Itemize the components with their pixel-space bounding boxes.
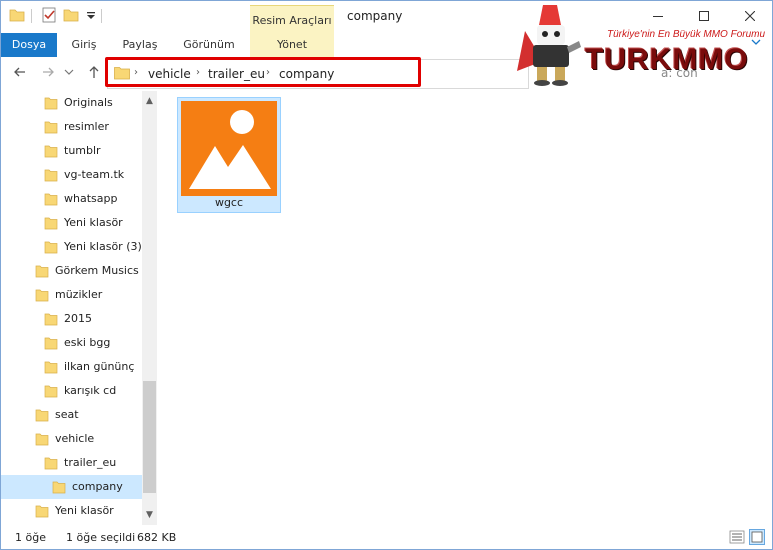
nav-tree-item[interactable]: ilkan gününç xyxy=(44,355,134,379)
customize-qa-icon[interactable] xyxy=(83,7,99,23)
status-bar: 1 öğe 1 öğe seçildi 682 KB xyxy=(1,526,772,549)
nav-tree-item[interactable]: Yeni klasör xyxy=(44,211,123,235)
file-list: wgcc xyxy=(161,91,772,525)
recent-locations-button[interactable] xyxy=(63,65,75,81)
navigation-pane: Originals resimler tumblr vg-team.tk whatsap… xyxy=(1,91,157,525)
banner-logo: TURKMMO xyxy=(585,43,749,76)
nav-tree-item[interactable]: vehicle xyxy=(35,427,94,451)
scroll-thumb[interactable] xyxy=(143,381,156,493)
nav-tree-item-label: Yeni klasör (3) xyxy=(64,240,142,253)
folder-icon xyxy=(44,337,58,350)
folder-icon xyxy=(35,409,49,422)
explorer-window: Resim Araçları company Dosya Giriş Payla… xyxy=(0,0,773,550)
nav-tree-item[interactable]: seat xyxy=(35,403,79,427)
nav-tree-item[interactable]: company xyxy=(1,475,142,499)
details-view-icon[interactable] xyxy=(729,529,745,545)
nav-tree-item[interactable]: trailer_eu xyxy=(44,451,116,475)
nav-tree-item-label: company xyxy=(72,480,123,493)
properties-icon[interactable] xyxy=(41,7,57,23)
annotation-highlight-box xyxy=(105,57,421,87)
forward-button[interactable] xyxy=(39,65,57,81)
nav-tree-item[interactable]: Originals xyxy=(44,91,113,115)
nav-tree-item-label: Görkem Musics xyxy=(55,264,139,277)
folder-icon xyxy=(35,433,49,446)
folder-icon xyxy=(35,289,49,302)
turkmmo-banner: Türkiye'nin En Büyük MMO Forumu TURKMMO xyxy=(515,1,772,87)
nav-tree-item-label: eski bgg xyxy=(64,336,111,349)
scroll-down-button[interactable]: ▼ xyxy=(142,507,157,523)
scroll-up-button[interactable]: ▲ xyxy=(142,93,157,109)
chevron-down-icon xyxy=(64,69,74,75)
back-button[interactable] xyxy=(11,65,29,81)
nav-tree-item-label: trailer_eu xyxy=(64,456,117,469)
tab-paylas[interactable]: Paylaş xyxy=(113,33,167,57)
nav-tree-item-label: seat xyxy=(55,408,79,421)
folder-icon xyxy=(44,169,58,182)
file-item[interactable]: wgcc xyxy=(177,97,281,213)
nav-tree-item[interactable]: eski bgg xyxy=(44,331,110,355)
nav-tree-item-label: 2015 xyxy=(64,312,92,325)
folder-icon xyxy=(44,193,58,206)
nav-tree-item[interactable]: tumblr xyxy=(44,139,101,163)
nav-tree-item[interactable]: vg-team.tk xyxy=(44,163,124,187)
nav-tree-item-label: vehicle xyxy=(55,432,95,445)
folder-icon xyxy=(35,505,49,518)
selection-count: 1 öğe seçildi xyxy=(66,531,136,544)
contextual-tab-group-label: Resim Araçları xyxy=(252,14,332,27)
qa-separator xyxy=(31,9,32,23)
arrow-left-icon xyxy=(14,67,25,77)
nav-tree-item[interactable]: müzikler xyxy=(35,283,102,307)
folder-icon xyxy=(44,97,58,110)
nav-tree-item[interactable]: 2015 xyxy=(44,307,92,331)
nav-tree-item-label: Originals xyxy=(64,96,113,109)
tab-dosya[interactable]: Dosya xyxy=(1,33,57,57)
folder-icon xyxy=(44,361,58,374)
tab-giris[interactable]: Giriş xyxy=(61,33,107,57)
nav-tree-item[interactable]: Görkem Musics xyxy=(35,259,139,283)
up-button[interactable] xyxy=(85,65,103,81)
folder-icon xyxy=(44,457,58,470)
nav-tree-item[interactable]: karışık cd xyxy=(44,379,116,403)
nav-tree-item-label: tumblr xyxy=(64,144,101,157)
window-title: company xyxy=(347,9,403,23)
nav-tree-item-label: ilkan gününç xyxy=(64,360,135,373)
folder-icon xyxy=(44,241,58,254)
folder-icon xyxy=(44,313,58,326)
folder-icon xyxy=(44,385,58,398)
address-bar[interactable]: › vehicle › trailer_eu › company xyxy=(105,57,529,89)
qa-separator xyxy=(101,9,102,23)
new-folder-icon[interactable] xyxy=(63,7,79,23)
nav-tree-item[interactable]: whatsapp xyxy=(44,187,117,211)
nav-tree-item[interactable]: Yeni klasör xyxy=(35,499,114,523)
nav-tree-item[interactable]: resimler xyxy=(44,115,109,139)
folder-icon xyxy=(44,145,58,158)
folder-icon xyxy=(52,481,66,494)
nav-tree-item-label: resimler xyxy=(64,120,109,133)
selection-size: 682 KB xyxy=(137,531,177,544)
large-icons-view-icon[interactable] xyxy=(749,529,765,545)
nav-tree-item[interactable]: Yeni klasör (3) xyxy=(44,235,142,259)
mascot-image xyxy=(517,5,581,86)
nav-tree-item-label: vg-team.tk xyxy=(64,168,125,181)
arrow-up-icon xyxy=(89,66,99,78)
banner-tagline: Türkiye'nin En Büyük MMO Forumu xyxy=(607,29,766,40)
image-thumbnail xyxy=(181,101,277,196)
folder-icon xyxy=(44,217,58,230)
nav-tree-item-label: müzikler xyxy=(55,288,103,301)
nav-tree-item-label: Yeni klasör xyxy=(64,216,123,229)
item-count: 1 öğe xyxy=(15,531,46,544)
arrow-right-icon xyxy=(43,67,54,77)
contextual-tab-group: Resim Araçları xyxy=(250,5,334,34)
nav-tree-item-label: whatsapp xyxy=(64,192,118,205)
nav-tree-item-label: Yeni klasör xyxy=(55,504,114,517)
image-placeholder-icon xyxy=(189,110,271,189)
folder-icon xyxy=(44,121,58,134)
tab-gorunum[interactable]: Görünüm xyxy=(173,33,245,57)
nav-tree-item-label: karışık cd xyxy=(64,384,117,397)
folder-icon[interactable] xyxy=(9,7,25,23)
nav-pane-scrollbar[interactable]: ▲ ▼ xyxy=(142,91,157,525)
folder-icon xyxy=(35,265,49,278)
tab-yonet[interactable]: Yönet xyxy=(250,33,334,57)
file-name: wgcc xyxy=(214,196,244,209)
